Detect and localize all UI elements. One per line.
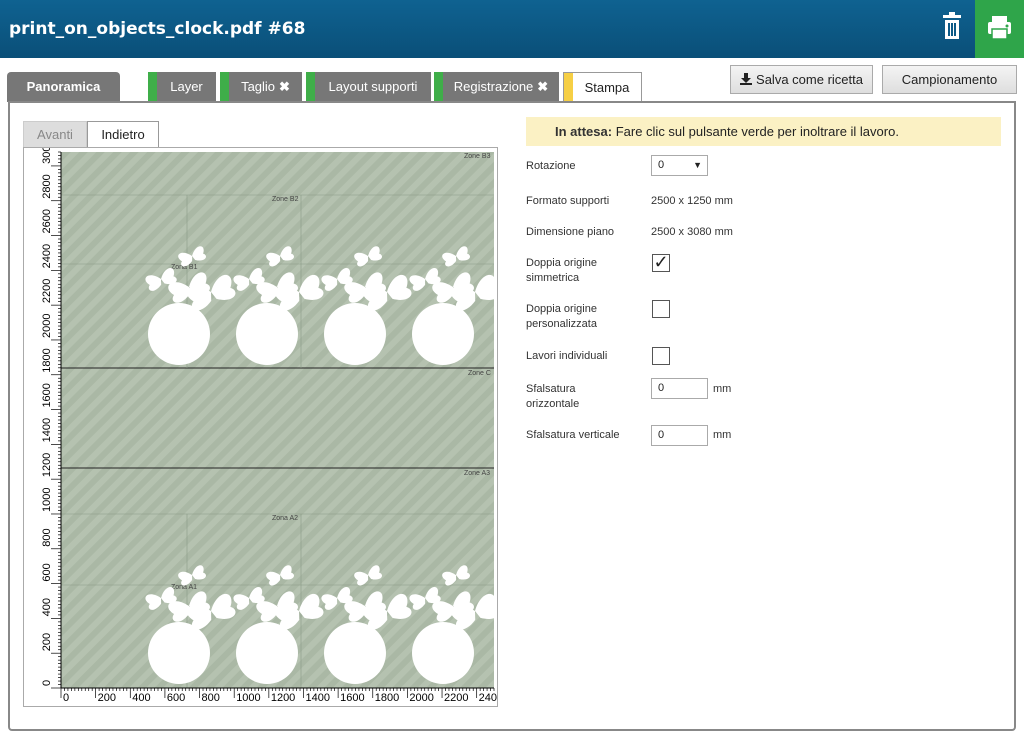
table-preview[interactable]: Zone B3 Zone B2 Zona B1 Zone C Zone A3 Zona A… [23, 147, 498, 707]
clock-object [236, 303, 298, 365]
zone-label: Zone B3 [464, 153, 491, 160]
h-offset-unit: mm [713, 383, 732, 395]
sampling-button[interactable]: Campionamento [882, 65, 1017, 94]
clock-object [148, 622, 210, 684]
x-tick-label: 240 [479, 692, 497, 704]
window-title: print_on_objects_clock.pdf #68 [9, 19, 306, 39]
x-tick-label: 2200 [444, 692, 468, 704]
clock-object [324, 622, 386, 684]
x-tick-label: 2000 [409, 692, 433, 704]
zone-label: Zone A3 [464, 470, 490, 477]
printer-icon [988, 16, 1011, 40]
clock-object [412, 622, 474, 684]
h-offset-input[interactable]: 0 [651, 378, 708, 399]
table-size-value: 2500 x 3080 mm [651, 226, 733, 238]
y-tick-label: 1200 [41, 453, 53, 477]
y-tick-label: 400 [41, 598, 53, 616]
tab-status-marker [220, 72, 229, 102]
tab-status-marker [434, 72, 443, 102]
x-tick-label: 400 [132, 692, 150, 704]
chevron-down-icon: ▼ [693, 160, 702, 170]
single-jobs-checkbox[interactable] [652, 347, 670, 365]
title-bar: print_on_objects_clock.pdf #68 [0, 0, 1024, 58]
table-preview-canvas: Zone B3Zone B2Zona B1Zone CZone A3Zona A… [41, 148, 497, 704]
y-tick-label: 800 [41, 528, 53, 546]
tab-status-marker [148, 72, 157, 102]
x-tick-label: 200 [98, 692, 116, 704]
subtab-avanti[interactable]: Avanti [23, 121, 87, 148]
x-tick-label: 1400 [305, 692, 329, 704]
y-tick-label: 1000 [41, 487, 53, 511]
y-tick-label: 2200 [41, 279, 53, 303]
table-size-label: Dimensione piano [526, 226, 615, 238]
tab-status-marker [564, 73, 573, 103]
notice-text: Fare clic sul pulsante verde per inoltra… [615, 124, 899, 139]
v-offset-unit: mm [713, 429, 732, 441]
single-jobs-label: Lavori individuali [526, 350, 608, 362]
zone-label: Zone B2 [272, 196, 299, 203]
subtab-indietro[interactable]: Indietro [87, 121, 159, 149]
y-tick-label: 0 [41, 680, 53, 686]
tab-panoramica[interactable]: Panoramica [7, 72, 120, 102]
y-tick-label: 600 [41, 563, 53, 581]
clock-object [148, 303, 210, 365]
tab-stampa[interactable]: Stampa [563, 72, 642, 103]
tab-layer[interactable]: Layer [148, 72, 216, 102]
x-tick-label: 600 [167, 692, 185, 704]
x-tick-label: 1200 [271, 692, 295, 704]
y-tick-label: 200 [41, 633, 53, 651]
tab-registrazione[interactable]: Registrazione ✖ [434, 72, 559, 102]
y-tick-label: 2800 [41, 174, 53, 198]
h-offset-label: Sfalsatura orizzontale [526, 383, 580, 410]
delete-button[interactable] [931, 11, 973, 45]
double-origin-custom-checkbox[interactable] [652, 300, 670, 318]
rotation-label: Rotazione [526, 160, 576, 172]
v-offset-input[interactable]: 0 [651, 425, 708, 446]
y-tick-label: 1600 [41, 383, 53, 407]
close-icon[interactable]: ✖ [279, 72, 290, 102]
zone-label: Zone C [468, 370, 491, 377]
x-tick-label: 1000 [236, 692, 260, 704]
double-origin-custom-label: Doppia origine personalizzata [526, 303, 597, 330]
double-origin-sym-checkbox[interactable]: ✓ [652, 253, 670, 272]
double-origin-sym-label: Doppia origine simmetrica [526, 257, 597, 284]
download-icon [740, 73, 753, 85]
notice-title: In attesa: [555, 124, 613, 139]
close-icon[interactable]: ✖ [537, 72, 548, 102]
trash-icon [943, 12, 961, 39]
rotation-select[interactable]: 0 ▼ [651, 155, 708, 176]
x-tick-label: 1600 [340, 692, 364, 704]
x-tick-label: 800 [202, 692, 220, 704]
y-tick-label: 3000 [41, 148, 53, 164]
y-tick-label: 2400 [41, 244, 53, 268]
zone-label: Zona A2 [272, 515, 298, 522]
x-tick-label: 1800 [375, 692, 399, 704]
tab-status-marker [306, 72, 315, 102]
y-tick-label: 2600 [41, 209, 53, 233]
y-tick-label: 1800 [41, 348, 53, 372]
y-tick-label: 1400 [41, 418, 53, 442]
print-button[interactable] [975, 0, 1024, 58]
v-offset-label: Sfalsatura verticale [526, 429, 620, 441]
clock-object [324, 303, 386, 365]
status-notice: In attesa: Fare clic sul pulsante verde … [526, 117, 1001, 146]
save-recipe-button[interactable]: Salva come ricetta [730, 65, 873, 94]
x-tick-label: 0 [63, 692, 69, 704]
clock-object [412, 303, 474, 365]
tab-layout-supporti[interactable]: Layout supporti [306, 72, 431, 102]
media-format-value: 2500 x 1250 mm [651, 195, 733, 207]
tab-taglio[interactable]: Taglio ✖ [220, 72, 302, 102]
y-tick-label: 2000 [41, 313, 53, 337]
media-format-label: Formato supporti [526, 195, 610, 207]
clock-object [236, 622, 298, 684]
